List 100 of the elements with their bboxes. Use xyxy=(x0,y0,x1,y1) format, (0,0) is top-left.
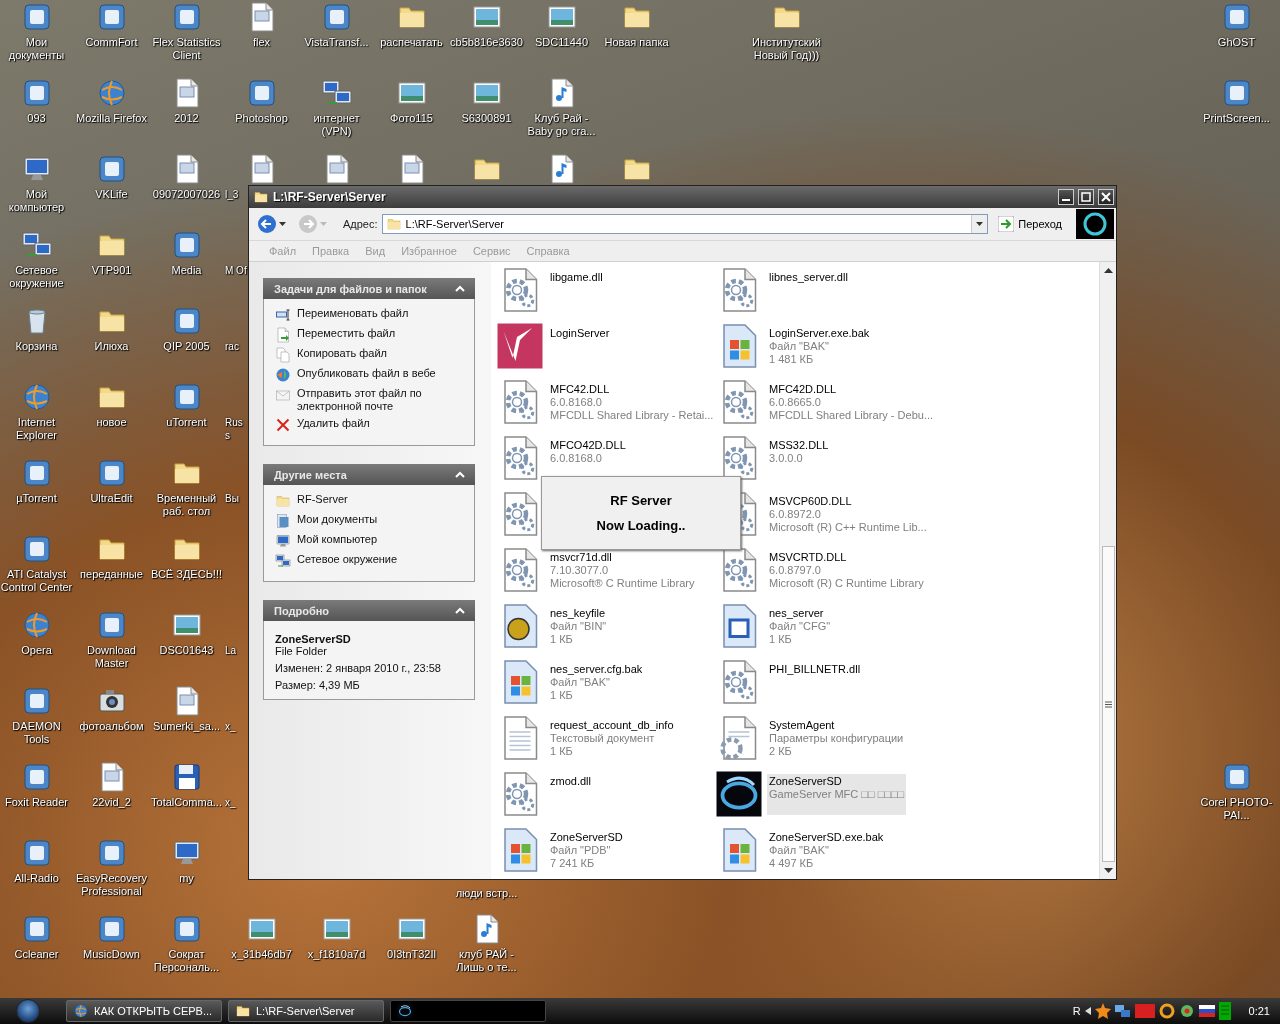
icon-label[interactable]: flex xyxy=(252,36,271,49)
file-name[interactable]: nes_server xyxy=(769,606,831,620)
icon-label[interactable]: Мои документы xyxy=(0,36,74,62)
icon-label[interactable]: ВСЁ ЗДЕСЬ!!! xyxy=(150,568,223,581)
icon-label[interactable]: 2012 xyxy=(174,112,199,125)
delete-icon[interactable] xyxy=(275,417,291,433)
scrollbar-thumb[interactable] xyxy=(1101,546,1115,862)
file-name[interactable]: MFCO42D.DLL xyxy=(550,438,626,452)
meter-icon[interactable] xyxy=(1218,1002,1231,1020)
file-name[interactable]: zmod.dll xyxy=(550,774,591,788)
icon-label[interactable]: TotalComma... xyxy=(151,796,222,809)
task-link[interactable]: Мои документы xyxy=(297,513,378,526)
clock[interactable]: 0:21 xyxy=(1248,1005,1270,1017)
swirl-logo-icon[interactable] xyxy=(715,770,763,818)
computer-icon[interactable] xyxy=(275,533,291,549)
icon-label[interactable]: Илюха xyxy=(94,340,129,353)
icon-label[interactable]: rac xyxy=(225,340,247,353)
icon-label[interactable]: my xyxy=(179,872,194,885)
icon-label[interactable]: 093 xyxy=(27,112,46,125)
icon-label[interactable]: Internet Explorer xyxy=(0,416,74,442)
panel-header[interactable]: Другие места xyxy=(263,464,475,485)
ring-icon[interactable] xyxy=(1158,1003,1175,1019)
icon-label[interactable]: EasyRecovery Professional xyxy=(74,872,149,898)
icon-label[interactable]: ATI Catalyst Control Center xyxy=(0,568,74,594)
go-button[interactable]: Переход xyxy=(992,216,1068,232)
address-field[interactable]: L:\RF-Server\Server xyxy=(381,214,989,234)
selection-highlight[interactable]: ZoneServerSD GameServer MFC □□ □□□□ xyxy=(767,773,907,815)
task-link[interactable]: Переименовать файл xyxy=(297,307,409,320)
documents-icon[interactable] xyxy=(275,513,291,529)
move-page-icon[interactable] xyxy=(275,327,291,343)
scrollbar[interactable] xyxy=(1099,262,1116,879)
file-name[interactable]: LoginServer.exe.bak xyxy=(769,326,870,340)
task-link[interactable]: Опубликовать файл в вебе xyxy=(297,367,436,380)
task-link[interactable]: Копировать файл xyxy=(297,347,387,360)
panel-header[interactable]: Подробно xyxy=(263,600,475,621)
icon-label[interactable]: GhOST xyxy=(1217,36,1256,49)
taskbar-button[interactable]: L:\RF-Server\Server xyxy=(228,1000,384,1022)
arrow-icon[interactable] xyxy=(1084,1007,1091,1015)
icon-label[interactable]: uTorrent xyxy=(166,416,207,429)
icon-label[interactable]: Ccleaner xyxy=(14,948,59,961)
file-name[interactable]: MSVCRTD.DLL xyxy=(769,550,924,564)
back-button[interactable] xyxy=(257,214,286,234)
star-icon[interactable] xyxy=(1094,1003,1111,1019)
icon-label[interactable]: клуб РАЙ - Лишь о те... xyxy=(449,948,524,974)
icon-label[interactable]: µTorrent xyxy=(16,492,57,505)
file-name[interactable]: LoginServer xyxy=(550,326,610,340)
task-link[interactable]: Переместить файл xyxy=(297,327,396,340)
file-name[interactable]: libnes_server.dll xyxy=(769,270,848,284)
icon-label[interactable]: Corel PHOTO-PAI... xyxy=(1199,796,1274,822)
icon-label[interactable]: Клуб Рай - Baby go cra... xyxy=(524,112,599,138)
icon-label[interactable]: распечатать xyxy=(380,36,443,49)
icon-label[interactable]: Photoshop xyxy=(235,112,288,125)
icon-label[interactable]: CommFort xyxy=(85,36,138,49)
icon-label[interactable]: интернет (VPN) xyxy=(299,112,374,138)
icon-label[interactable]: Сократ Персональ... xyxy=(149,948,224,974)
icon-label[interactable]: Russ xyxy=(225,416,247,442)
icon-label[interactable]: All-Radio xyxy=(14,872,59,885)
icon-label[interactable]: La xyxy=(225,644,247,657)
flower-icon[interactable] xyxy=(1178,1003,1195,1019)
icon-label[interactable]: Институтский Новый Год))) xyxy=(749,36,824,62)
task-link[interactable]: Отправить этот файл по электронной почте xyxy=(297,387,466,413)
icon-label[interactable]: SDC11440 xyxy=(535,36,588,49)
file-name[interactable]: msvcr71d.dll xyxy=(550,550,695,564)
icon-label[interactable]: Сетевое окружение xyxy=(0,264,74,290)
icon-label[interactable]: UltraEdit xyxy=(90,492,133,505)
icon-label[interactable]: новое xyxy=(96,416,127,429)
icon-label[interactable]: Mozilla Firefox xyxy=(76,112,147,125)
task-link[interactable]: Мой компьютер xyxy=(297,533,378,546)
file-name[interactable]: nes_keyfile xyxy=(550,606,607,620)
file-name[interactable]: ZoneServerSD xyxy=(769,774,905,788)
icon-label[interactable]: MusicDown xyxy=(83,948,140,961)
globe-icon[interactable] xyxy=(275,367,291,383)
file-name[interactable]: PHI_BILLNETR.dll xyxy=(769,662,861,676)
icon-label[interactable]: x_f1810a7d xyxy=(307,948,366,961)
icon-label[interactable]: Мой компьютер xyxy=(0,188,74,214)
minimize-button[interactable] xyxy=(1058,189,1074,205)
icon-label[interactable]: Sumerki_sa... xyxy=(152,720,221,733)
icon-label[interactable]: l_3 xyxy=(225,188,247,201)
panel-header[interactable]: Задачи для файлов и папок xyxy=(263,278,475,299)
icon-label[interactable]: Flex Statistics Client xyxy=(149,36,224,62)
icon-label[interactable]: Foxit Reader xyxy=(5,796,68,809)
icon-label[interactable]: Временный раб. стол xyxy=(149,492,224,518)
icon-label[interactable]: переданные xyxy=(80,568,143,581)
icon-label[interactable]: DAEMON Tools xyxy=(0,720,74,746)
taskbar-button[interactable]: КАК ОТКРЫТЬ СЕРВ... xyxy=(66,1000,222,1022)
icon-label[interactable]: x_ xyxy=(225,720,247,733)
file-name[interactable]: SystemAgent xyxy=(769,718,904,732)
start-button[interactable] xyxy=(16,999,40,1023)
icon-label[interactable]: фотоальбом xyxy=(79,720,144,733)
icon-label[interactable]: x_31b46db7 xyxy=(231,948,292,961)
file-name[interactable]: MSS32.DLL xyxy=(769,438,829,452)
icon-label[interactable]: Opera xyxy=(21,644,52,657)
task-link[interactable]: Удалить файл xyxy=(297,417,370,430)
file-name[interactable]: request_account_db_info xyxy=(550,718,674,732)
icon-label[interactable]: x_ xyxy=(225,796,247,809)
file-name[interactable]: MFC42.DLL xyxy=(550,382,714,396)
logo-icon[interactable] xyxy=(496,322,544,370)
down-arrow-icon[interactable] xyxy=(1103,866,1113,875)
icon-label[interactable]: S6300891 xyxy=(461,112,512,125)
icon-label[interactable]: Корзина xyxy=(15,340,58,353)
